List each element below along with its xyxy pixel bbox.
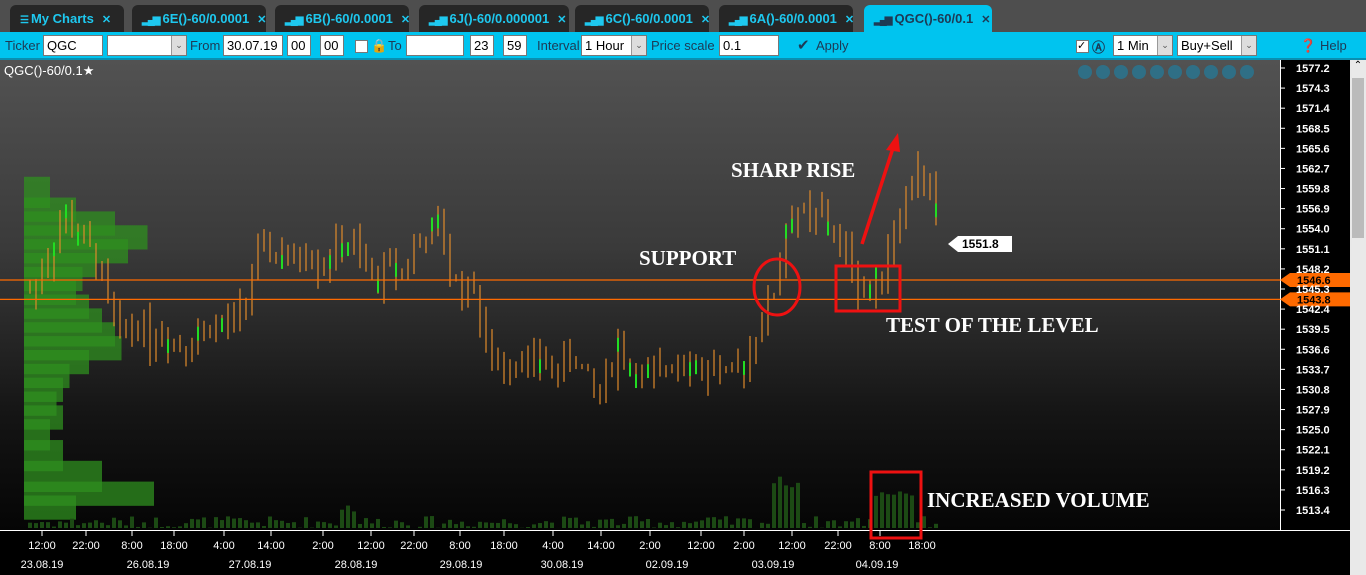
chevron-down-icon: ⌄ [631,36,646,55]
tab-6j-60-0-000001[interactable]: ▂▄▆ 6J()-60/0.000001 ✕ [419,5,569,32]
side-value: Buy+Sell [1181,38,1233,53]
annotation-sharp-rise: SHARP RISE [731,158,856,182]
tab-6a-60-0-0001[interactable]: ▂▄▆ 6A()-60/0.0001 ✕ [719,5,854,32]
to-label: To [388,38,402,53]
close-icon[interactable]: ✕ [102,14,111,26]
to-date-input[interactable] [406,35,464,56]
chart-title: QGC()-60/0.1★ [4,63,94,79]
lock-checkbox[interactable] [355,40,368,53]
price-scale-input[interactable]: 0.1 [719,35,779,56]
close-icon[interactable] [1222,65,1236,79]
annotation-increased-volume: INCREASED VOLUME [927,488,1150,512]
tab-label: 6E()-60/0.0001 [162,11,250,26]
chevron-down-icon: ⌄ [1157,36,1172,55]
ticker-dropdown[interactable]: ⌄ [107,35,187,56]
tab-label: QGC()-60/0.1 [894,11,974,26]
tab-label: 6C()-60/0.0001 [605,11,693,26]
close-icon[interactable]: ✕ [401,14,410,26]
scroll-up-icon[interactable]: ⌃ [1350,60,1366,76]
toolbar: Ticker QGC ⌄ From 30.07.19 00 00 🔒 To 23… [0,32,1366,60]
chart-title-text: QGC()-60/0.1 [4,63,83,78]
zoom-icon[interactable] [1078,65,1092,79]
close-icon[interactable]: ✕ [845,14,854,26]
close-icon[interactable]: ✕ [557,14,566,26]
zoom-out-icon[interactable] [1114,65,1128,79]
from-label: From [190,38,221,53]
chart-tools [1078,65,1254,79]
tab-qgc-60-0-1[interactable]: ▂▄▆ QGC()-60/0.1 ✕ [864,5,992,32]
chevron-down-icon: ⌄ [171,36,186,55]
help-button[interactable]: Help [1320,38,1347,53]
bar-chart-icon: ▂▄▆ [729,15,748,26]
annotation-support: SUPPORT [639,246,737,270]
grid-icon[interactable] [1132,65,1146,79]
time-axis [0,530,1350,575]
close-icon[interactable]: ✕ [981,14,990,26]
timeframe-select[interactable]: 1 Min ⌄ [1113,35,1173,56]
interval-value: 1 Hour [585,38,625,53]
tab-label: My Charts [30,11,94,26]
chevron-down-icon: ⌄ [1241,36,1256,55]
bar-chart-icon: ▂▄▆ [142,15,161,26]
from-date-input[interactable]: 30.07.19 [223,35,283,56]
tab-label: 6A()-60/0.0001 [749,11,837,26]
tab-label: 6J()-60/0.000001 [449,11,550,26]
price-scale-label: Price scale [651,38,715,53]
auto-scale-icon[interactable]: Ⓐ [1092,37,1105,56]
scrollbar[interactable]: ⌃ [1350,60,1366,575]
apply-button[interactable]: Apply [816,38,849,53]
pencil-icon[interactable] [1150,65,1164,79]
bar-chart-icon: ▂▄▆ [874,15,893,26]
lock-icon: 🔒 [371,38,388,53]
interval-label: Interval [537,38,580,53]
auto-checkbox[interactable]: ✓ [1076,40,1089,53]
to-hour-input[interactable]: 23 [470,35,494,56]
check-circle-icon: ✔ [797,37,810,54]
expand-icon[interactable] [1204,65,1218,79]
tab-my-charts[interactable]: ☰ My Charts ✕ [10,5,124,32]
timeframe-value: 1 Min [1117,38,1149,53]
help-icon[interactable]: ❓ [1300,38,1316,54]
tab-6c-60-0-0001[interactable]: ▂▄▆ 6C()-60/0.0001 ✕ [575,5,710,32]
from-minute-input[interactable]: 00 [320,35,344,56]
to-minute-input[interactable]: 59 [503,35,527,56]
annotation-test-level: TEST OF THE LEVEL [886,313,1099,337]
tab-bar: ☰ My Charts ✕ ▂▄▆ 6E()-60/0.0001 ✕ ▂▄▆ 6B()-60/… [0,0,1366,32]
bar-chart-icon: ▂▄▆ [585,15,604,26]
tab-6b-60-0-0001[interactable]: ▂▄▆ 6B()-60/0.0001 ✕ [275,5,410,32]
close-icon[interactable]: ✕ [701,14,710,26]
refresh-icon[interactable] [1168,65,1182,79]
star-icon[interactable]: ★ [83,63,95,78]
side-select[interactable]: Buy+Sell ⌄ [1177,35,1257,56]
ticker-input[interactable]: QGC [43,35,103,56]
close-icon[interactable]: ✕ [257,14,266,26]
chevron-down-icon[interactable] [1240,65,1254,79]
zoom-in-icon[interactable] [1096,65,1110,79]
bar-chart-icon: ▂▄▆ [285,15,304,26]
menu-icon: ☰ [20,15,29,26]
bar-chart-icon: ▂▄▆ [429,15,448,26]
from-hour-input[interactable]: 00 [287,35,311,56]
tab-label: 6B()-60/0.0001 [305,11,393,26]
ticker-label: Ticker [5,38,40,53]
tab-6e-60-0-0001[interactable]: ▂▄▆ 6E()-60/0.0001 ✕ [132,5,266,32]
chart-area[interactable] [0,60,1280,530]
interval-select[interactable]: 1 Hour ⌄ [581,35,647,56]
gear-icon[interactable] [1186,65,1200,79]
price-axis[interactable] [1280,60,1350,530]
